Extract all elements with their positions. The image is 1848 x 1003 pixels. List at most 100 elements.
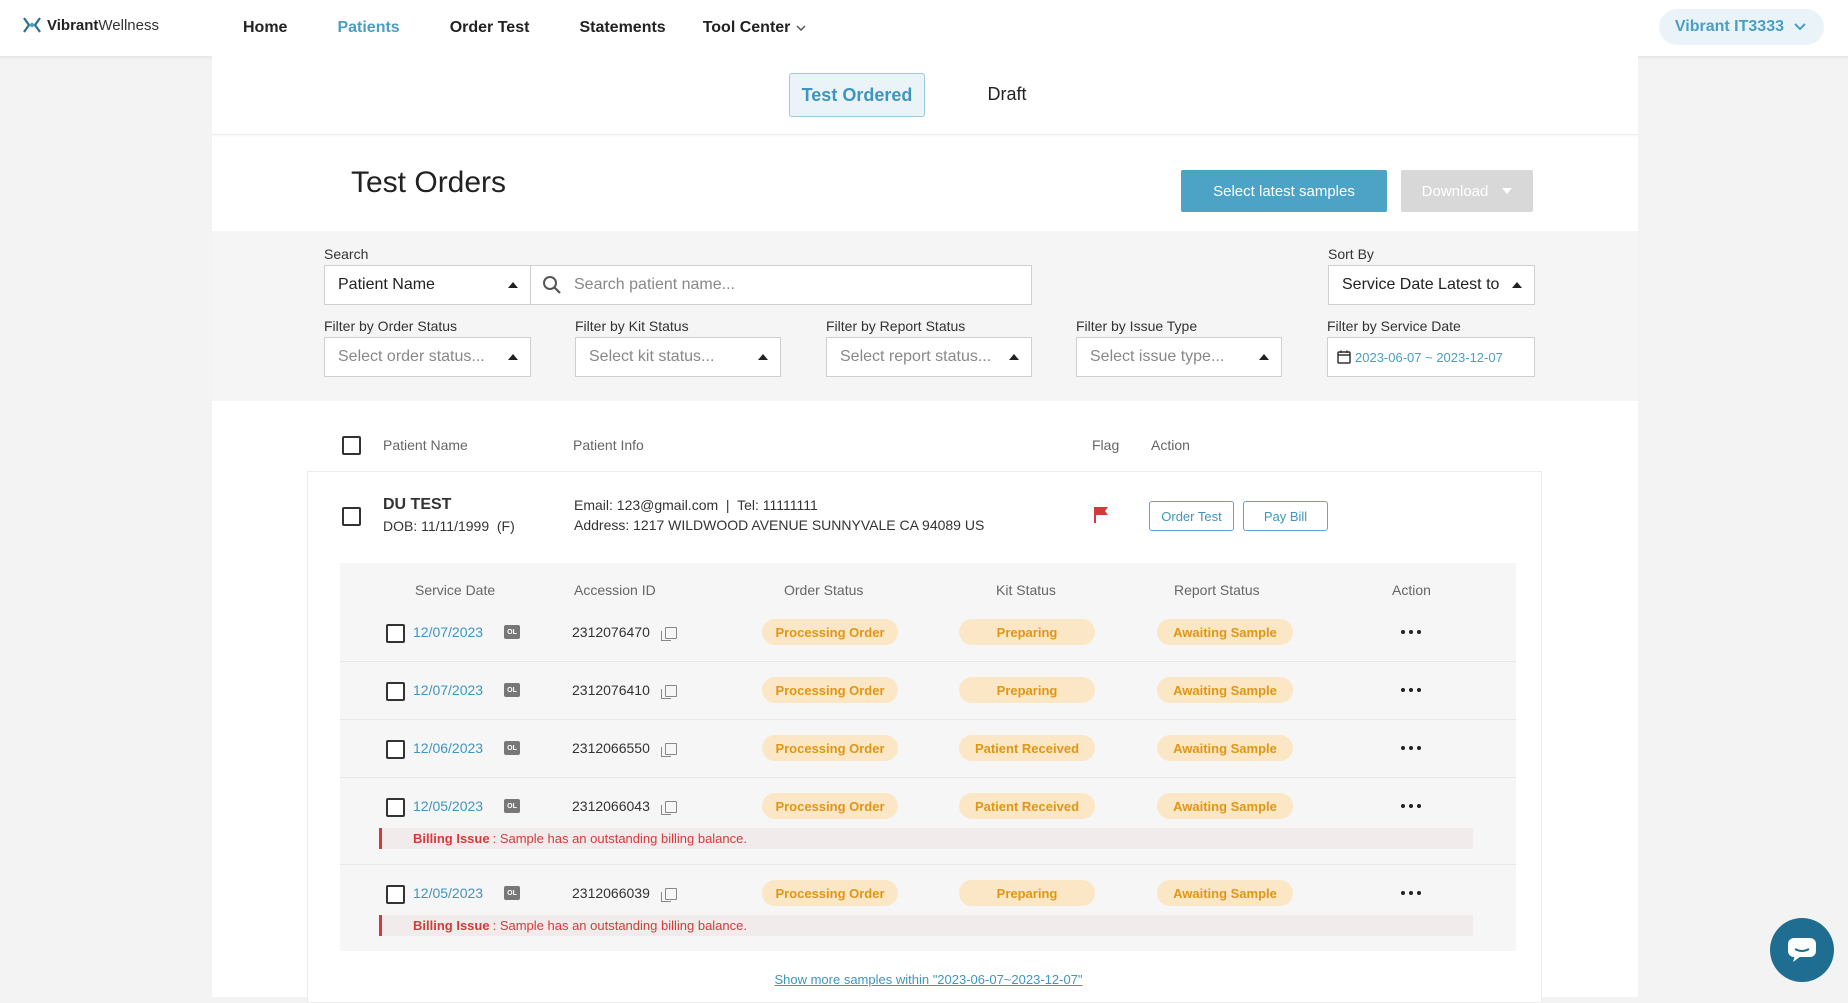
sample-service-date[interactable]: 12/07/2023 [413,682,483,698]
ol-badge: OL [504,799,520,813]
column-accession-id: Accession ID [574,582,656,598]
patient-checkbox[interactable] [342,507,361,526]
sample-checkbox[interactable] [386,624,405,643]
report-status-badge: Awaiting Sample [1157,677,1293,703]
nav-tool-center-label: Tool Center [702,19,791,36]
order-test-button[interactable]: Order Test [1149,501,1234,531]
service-date-range-input[interactable]: 2023-06-07 ~ 2023-12-07 [1327,337,1535,377]
order-status-badge: Processing Order [762,880,898,906]
kit-status-label: Filter by Kit Status [575,318,689,334]
nav-statements[interactable]: Statements [579,19,665,37]
kit-status-badge: Patient Received [959,735,1095,761]
copy-icon[interactable] [661,685,677,699]
service-date-label: Filter by Service Date [1327,318,1461,334]
report-status-select[interactable]: Select report status... [826,337,1032,377]
billing-issue-text: Sample has an outstanding billing balanc… [499,831,747,846]
copy-icon[interactable] [661,801,677,815]
search-icon [543,276,561,294]
ol-badge: OL [504,886,520,900]
chat-icon [1788,938,1816,962]
nav-home[interactable]: Home [243,19,287,37]
row-divider [340,864,1516,865]
issue-type-label: Filter by Issue Type [1076,318,1198,334]
row-divider [340,719,1516,720]
nav-order-test[interactable]: Order Test [450,19,530,37]
ol-badge: OL [504,625,520,639]
order-tabs: Test Ordered Draft [212,56,1638,135]
logo-text-bold: Vibrant [47,16,99,34]
billing-issue-alert: Billing Issue: Sample has an outstanding… [379,915,1473,936]
report-status-badge: Awaiting Sample [1157,880,1293,906]
report-status-badge: Awaiting Sample [1157,735,1293,761]
logo-icon [23,17,41,33]
caret-up-icon [758,354,768,360]
caret-up-icon [1259,354,1269,360]
sample-service-date[interactable]: 12/06/2023 [413,740,483,756]
more-options-icon[interactable] [1401,627,1421,637]
sample-checkbox[interactable] [386,885,405,904]
patient-dob: DOB: 11/11/1999 (F) [383,518,515,534]
sort-by-value: Service Date Latest to Oldest [1342,276,1500,293]
issue-type-select[interactable]: Select issue type... [1076,337,1282,377]
order-status-placeholder: Select order status... [338,348,485,365]
row-divider [340,661,1516,662]
more-options-icon[interactable] [1401,801,1421,811]
ol-badge: OL [504,683,520,697]
show-more-samples-link[interactable]: Show more samples within "2023-06-07~202… [736,972,1121,987]
order-status-label: Filter by Order Status [324,318,458,334]
select-latest-samples-button[interactable]: Select latest samples [1181,170,1387,212]
chat-button[interactable] [1770,918,1834,982]
report-status-badge: Awaiting Sample [1157,619,1293,645]
more-options-icon[interactable] [1401,685,1421,695]
order-status-select[interactable]: Select order status... [324,337,531,377]
search-placeholder: Search patient name... [574,276,735,293]
copy-icon[interactable] [661,888,677,902]
row-divider [340,777,1516,778]
search-type-select[interactable]: Patient Name [324,265,531,305]
copy-icon[interactable] [661,743,677,757]
caret-up-icon [508,282,518,288]
column-service-date: Service Date [415,582,496,598]
billing-issue-label: Billing Issue [413,831,490,846]
report-status-label: Filter by Report Status [826,318,966,334]
sort-by-select[interactable]: Service Date Latest to Oldest [1328,265,1535,305]
more-options-icon[interactable] [1401,743,1421,753]
pay-bill-button[interactable]: Pay Bill [1243,501,1328,531]
column-flag: Flag [1092,437,1120,453]
select-all-checkbox[interactable] [342,436,361,455]
download-label: Download [1421,182,1489,200]
service-date-value: 2023-06-07 ~ 2023-12-07 [1355,349,1503,365]
download-button[interactable]: Download [1401,170,1533,212]
sample-accession-id: 2312076410 [572,682,650,698]
caret-down-icon [1502,188,1513,194]
sample-accession-id: 2312076470 [572,624,650,640]
sample-checkbox[interactable] [386,740,405,759]
search-input[interactable]: Search patient name... [530,265,1032,305]
calendar-icon [1337,350,1351,364]
sample-service-date[interactable]: 12/05/2023 [413,798,483,814]
report-status-placeholder: Select report status... [840,348,992,365]
nav-tool-center[interactable]: Tool Center [703,19,807,37]
page-title: Test Orders [351,166,507,199]
kit-status-select[interactable]: Select kit status... [575,337,781,377]
sample-service-date[interactable]: 12/05/2023 [413,885,483,901]
tab-draft[interactable]: Draft [972,73,1042,115]
chevron-down-icon [1794,23,1806,31]
sample-service-date[interactable]: 12/07/2023 [413,624,483,640]
vibrant-wellness-logo[interactable]: VibrantWellness [22,16,159,34]
account-name: Vibrant IT3333 [1674,18,1784,35]
flag-icon[interactable] [1093,506,1109,529]
billing-issue-alert: Billing Issue: Sample has an outstanding… [379,828,1473,849]
more-options-icon[interactable] [1401,888,1421,898]
column-order-status: Order Status [784,582,864,598]
column-patient-info: Patient Info [573,437,644,453]
caret-up-icon [1009,354,1019,360]
sample-checkbox[interactable] [386,682,405,701]
kit-status-badge: Preparing [959,880,1095,906]
tab-test-ordered[interactable]: Test Ordered [789,73,925,117]
order-status-badge: Processing Order [762,793,898,819]
sample-checkbox[interactable] [386,798,405,817]
account-menu[interactable]: Vibrant IT3333 [1658,9,1824,45]
copy-icon[interactable] [661,627,677,641]
nav-patients[interactable]: Patients [337,19,399,37]
